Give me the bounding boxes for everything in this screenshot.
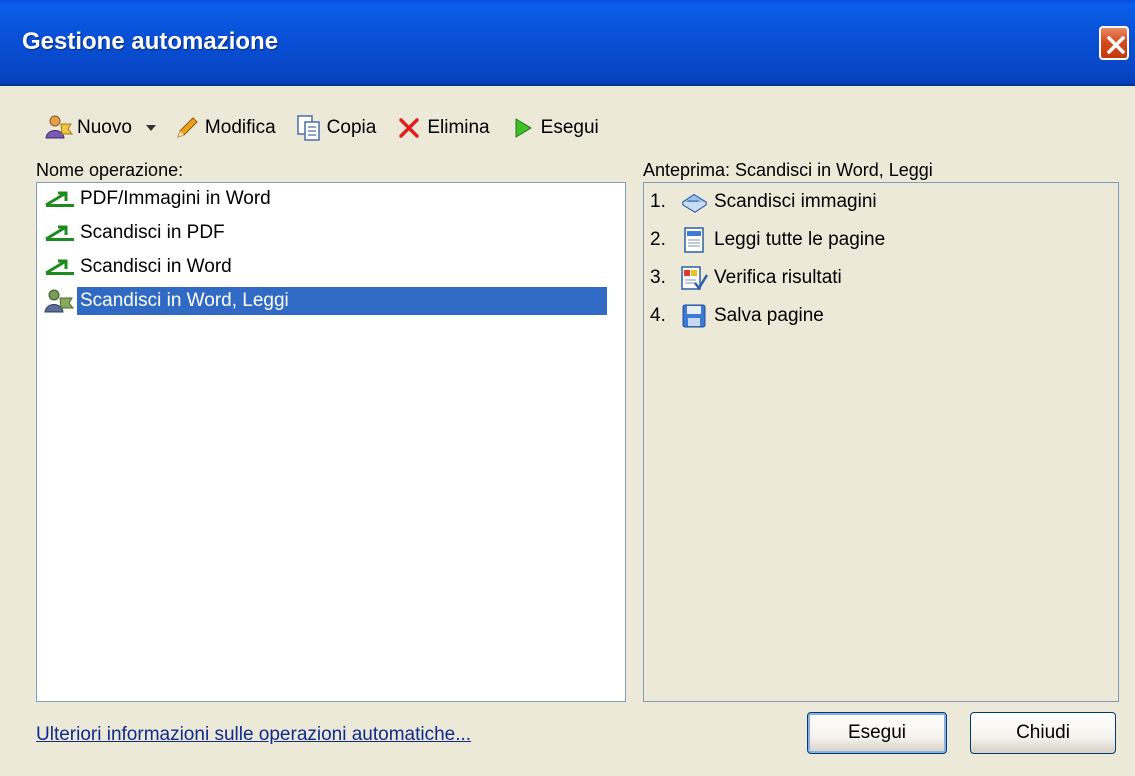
delete-button[interactable]: Elimina: [390, 111, 493, 145]
list-item[interactable]: Scandisci in Word: [43, 253, 235, 281]
step-number: 3.: [650, 267, 666, 288]
play-icon: [508, 113, 538, 143]
toolbar: Nuovo Modifica Copia Elimina Esegui: [40, 110, 603, 146]
help-link[interactable]: Ulteriori informazioni sulle operazioni …: [36, 724, 471, 746]
green-arrow-icon: [43, 220, 77, 246]
custom-task-icon: [43, 288, 77, 314]
new-button-label: Nuovo: [77, 117, 132, 138]
pencil-icon: [172, 113, 202, 143]
operation-name-label: Nome operazione:: [36, 160, 184, 180]
green-arrow-icon: [43, 254, 77, 280]
edit-button-label: Modifica: [204, 117, 276, 138]
list-item-label: PDF/Immagini in Word: [80, 188, 271, 209]
new-dropdown-arrow[interactable]: [140, 113, 162, 143]
step-label: Leggi tutte le pagine: [714, 229, 886, 250]
dialog-body: Nuovo Modifica Copia Elimina Esegui Nome…: [0, 88, 1135, 776]
delete-button-label: Elimina: [427, 117, 490, 138]
operations-list[interactable]: PDF/Immagini in Word Scandisci in PDF Sc…: [36, 182, 626, 702]
step-number: 4.: [650, 305, 666, 326]
run-button[interactable]: Esegui: [807, 712, 947, 754]
new-button[interactable]: Nuovo: [40, 111, 136, 145]
window-title: Gestione automazione: [22, 28, 279, 55]
edit-button[interactable]: Modifica: [168, 111, 280, 145]
run-toolbar-button-label: Esegui: [540, 117, 599, 138]
list-item[interactable]: Scandisci in PDF: [43, 219, 228, 247]
step-number: 2.: [650, 229, 666, 250]
run-toolbar-button[interactable]: Esegui: [504, 111, 603, 145]
step-label: Salva pagine: [714, 305, 824, 326]
delete-x-icon: [394, 113, 424, 143]
preview-label: Anteprima: Scandisci in Word, Leggi: [643, 160, 933, 180]
copy-button-label: Copia: [326, 117, 377, 138]
preview-step: 1. Scandisci immagini: [650, 187, 877, 217]
preview-step: 3. Verifica risultati: [650, 263, 842, 293]
save-icon: [680, 302, 708, 330]
chevron-down-icon: [145, 125, 156, 131]
preview-step: 4. Salva pagine: [650, 301, 824, 331]
list-item-label: Scandisci in Word, Leggi: [77, 287, 607, 315]
close-window-button[interactable]: [1099, 26, 1129, 60]
list-item-label: Scandisci in Word: [80, 256, 232, 277]
preview-step: 2. Leggi tutte le pagine: [650, 225, 885, 255]
copy-icon: [294, 113, 324, 143]
green-arrow-icon: [43, 186, 77, 212]
close-icon: [1107, 36, 1125, 54]
step-number: 1.: [650, 191, 666, 212]
preview-panel: 1. Scandisci immagini 2. Leggi tutte le …: [643, 182, 1119, 702]
step-label: Verifica risultati: [714, 267, 842, 288]
verify-icon: [680, 264, 708, 292]
new-task-icon: [44, 113, 74, 143]
list-item-label: Scandisci in PDF: [80, 222, 225, 243]
step-label: Scandisci immagini: [714, 191, 877, 212]
list-item[interactable]: PDF/Immagini in Word: [43, 185, 274, 213]
scanner-icon: [680, 188, 708, 216]
close-button[interactable]: Chiudi: [970, 712, 1116, 754]
list-item-selected[interactable]: Scandisci in Word, Leggi: [43, 287, 607, 315]
read-page-icon: [680, 226, 708, 254]
title-bar: Gestione automazione: [0, 0, 1135, 86]
copy-button[interactable]: Copia: [290, 111, 381, 145]
